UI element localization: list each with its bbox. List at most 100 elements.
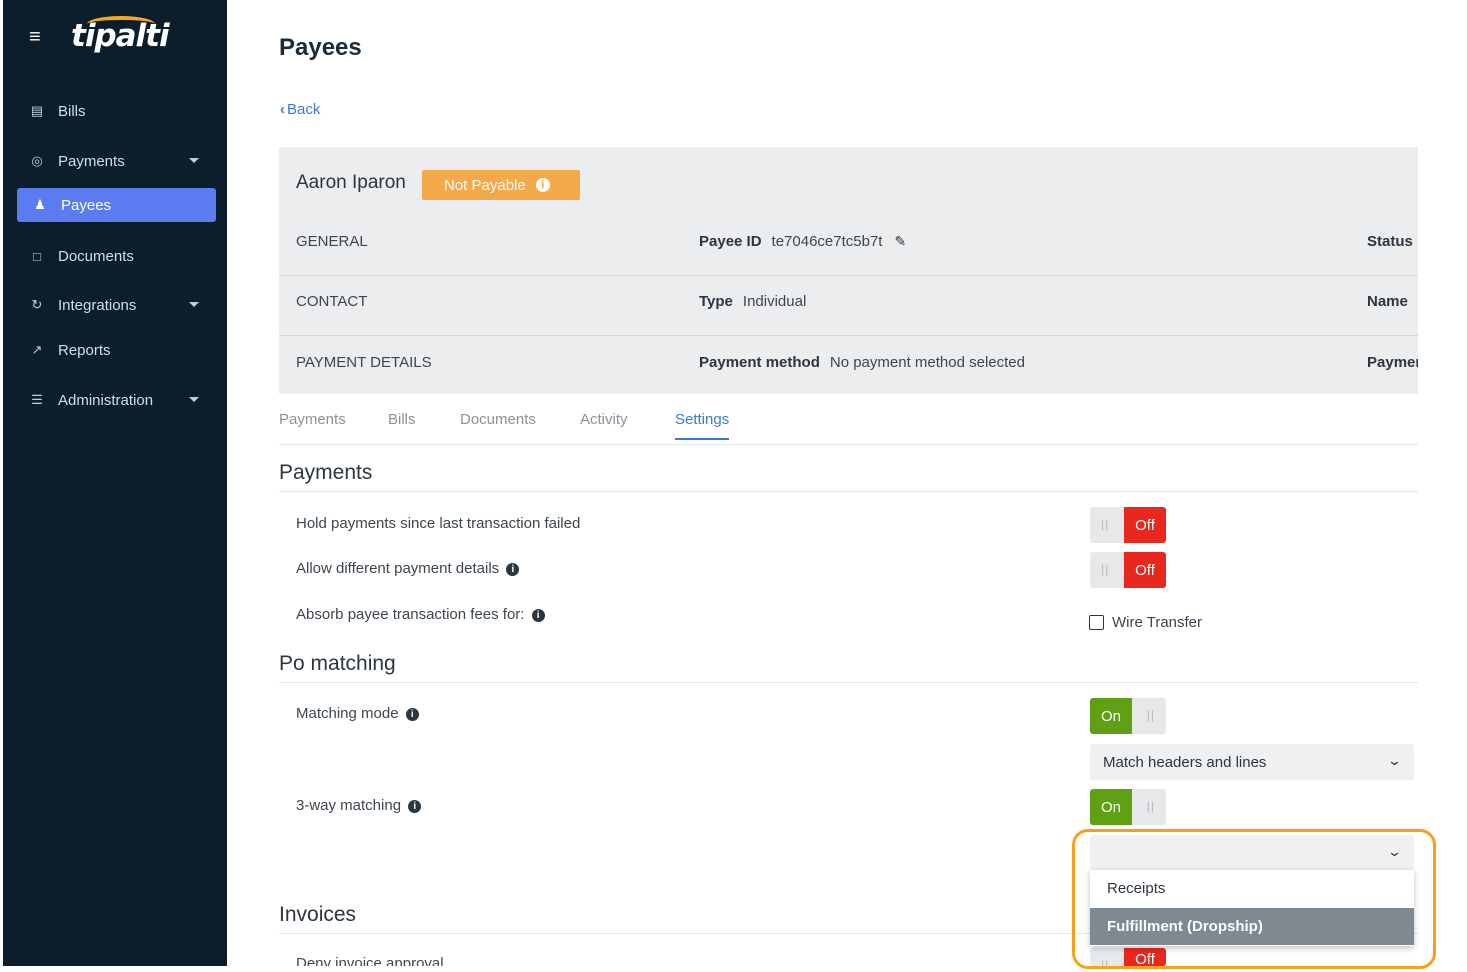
matching-mode-select-value: Match headers and lines — [1103, 753, 1267, 771]
section-payment-details: PAYMENT DETAILS — [296, 354, 432, 371]
documents-icon: □ — [33, 248, 41, 264]
allow-different-details-label: Allow different payment details i — [296, 560, 520, 577]
chevron-down-icon: ⌄ — [1386, 753, 1403, 768]
payee-id-label: Payee ID — [699, 233, 762, 250]
three-way-matching-toggle[interactable]: On || — [1090, 789, 1166, 825]
section-contact: CONTACT — [296, 293, 368, 310]
sidebar-item-label: Payees — [61, 196, 112, 214]
status-badge: Not Payable i — [422, 170, 580, 200]
tab-bills[interactable]: Bills — [388, 411, 416, 428]
matching-mode-text: Matching mode — [296, 705, 399, 722]
highlight-annotation — [1072, 829, 1436, 969]
pencil-icon[interactable]: ✎ — [894, 233, 906, 250]
status-badge-label: Not Payable — [444, 176, 526, 194]
sidebar-item-administration[interactable]: ☰ Administration — [14, 383, 213, 417]
page-title: Payees — [279, 34, 362, 61]
type-field: Type Individual — [699, 293, 806, 310]
allow-label-text: Allow different payment details — [296, 560, 500, 577]
wire-transfer-label: Wire Transfer — [1112, 614, 1203, 631]
sidebar-item-label: Integrations — [58, 296, 137, 314]
tipalti-logo[interactable]: tipalti — [71, 18, 170, 54]
sidebar-item-bills[interactable]: ▤ Bills — [14, 94, 213, 128]
payee-id-value: te7046ce7tc5b7t — [771, 233, 883, 250]
tab-settings[interactable]: Settings — [675, 411, 730, 440]
type-value: Individual — [742, 293, 807, 310]
absorb-fees-label: Absorb payee transaction fees for: i — [296, 606, 545, 623]
tab-activity[interactable]: Activity — [580, 411, 628, 428]
info-icon[interactable]: i — [506, 563, 520, 576]
tab-bar: Payments Bills Documents Activity Settin… — [279, 395, 1418, 445]
sidebar-item-payments[interactable]: ◎ Payments — [14, 144, 213, 178]
allow-different-details-toggle[interactable]: || Off — [1090, 552, 1166, 588]
toggle-state: Off — [1124, 507, 1166, 543]
sidebar-item-label: Payments — [58, 152, 125, 170]
section-general: GENERAL — [296, 233, 368, 250]
payment-method-value: No payment method selected — [829, 354, 1025, 371]
chevron-left-icon: ‹ — [280, 101, 285, 118]
integrations-icon: ↻ — [31, 297, 43, 312]
payee-name: Aaron Iparon — [296, 172, 406, 193]
divider — [279, 491, 1418, 492]
brand: ≡ tipalti — [29, 16, 170, 54]
status-label: Status — [1367, 233, 1413, 250]
chevron-down-icon — [189, 302, 199, 307]
card-row-payment-details: PAYMENT DETAILS Payment method No payment… — [279, 335, 1418, 395]
toggle-grip: || — [1101, 517, 1110, 531]
absorb-label-text: Absorb payee transaction fees for: — [296, 606, 525, 623]
three-way-matching-text: 3-way matching — [296, 797, 402, 814]
name-label: Name — [1367, 293, 1408, 310]
matching-mode-label: Matching mode i — [296, 705, 419, 722]
sidebar-item-integrations[interactable]: ↻ Integrations — [14, 288, 213, 322]
back-link[interactable]: ‹ Back — [280, 101, 320, 118]
toggle-state: On — [1090, 789, 1132, 825]
toggle-grip: || — [1101, 562, 1110, 576]
type-label: Type — [699, 293, 733, 310]
tab-documents[interactable]: Documents — [460, 411, 536, 428]
sidebar-item-payees[interactable]: ♟ Payees — [17, 188, 216, 222]
sidebar-item-reports[interactable]: ↗ Reports — [14, 333, 213, 367]
hold-payments-toggle[interactable]: || Off — [1090, 507, 1166, 543]
payment-method-label: Payment method — [699, 354, 820, 371]
payments-icon: ◎ — [31, 153, 43, 168]
payees-icon: ♟ — [34, 197, 46, 212]
reports-icon: ↗ — [31, 342, 43, 357]
wire-transfer-checkbox[interactable] — [1089, 615, 1104, 630]
toggle-grip: || — [1146, 799, 1155, 813]
matching-mode-toggle[interactable]: On || — [1090, 698, 1166, 734]
info-icon[interactable]: i — [535, 178, 550, 192]
sidebar-item-label: Administration — [58, 391, 154, 409]
card-row-general: GENERAL Payee ID te7046ce7tc5b7t ✎ Status — [279, 214, 1418, 274]
wire-transfer-option[interactable]: Wire Transfer — [1089, 614, 1202, 631]
po-matching-section-title: Po matching — [279, 652, 396, 675]
back-label: Back — [287, 101, 321, 118]
payee-summary-card: Aaron Iparon Not Payable i GENERAL Payee… — [279, 147, 1418, 394]
sidebar-item-label: Bills — [58, 102, 86, 120]
info-icon[interactable]: i — [531, 609, 545, 622]
payment-method-field: Payment method No payment method selected — [699, 354, 1025, 371]
chevron-down-icon — [189, 397, 199, 402]
payment-label: Payment — [1367, 354, 1418, 371]
info-icon[interactable]: i — [405, 708, 419, 721]
sidebar-item-label: Reports — [58, 341, 111, 359]
info-icon[interactable]: i — [408, 800, 422, 813]
chevron-down-icon — [189, 158, 199, 163]
matching-mode-select[interactable]: Match headers and lines ⌄ — [1090, 744, 1414, 780]
toggle-state: Off — [1124, 552, 1166, 588]
toggle-grip: || — [1146, 708, 1155, 722]
deny-invoice-label: Deny invoice approval — [296, 955, 444, 966]
sidebar-item-label: Documents — [58, 247, 134, 265]
payments-section-title: Payments — [279, 461, 373, 484]
card-row-contact: CONTACT Type Individual Name — [279, 275, 1418, 335]
bills-icon: ▤ — [30, 103, 44, 118]
payee-id-field: Payee ID te7046ce7tc5b7t ✎ — [699, 233, 906, 250]
divider — [279, 682, 1418, 683]
sidebar-item-documents[interactable]: □ Documents — [14, 239, 213, 273]
invoices-section-title: Invoices — [279, 903, 357, 926]
tab-payments[interactable]: Payments — [279, 411, 346, 428]
toggle-state: On — [1090, 698, 1132, 734]
hamburger-icon[interactable]: ≡ — [29, 26, 51, 49]
three-way-matching-label: 3-way matching i — [296, 797, 422, 814]
sidebar: ≡ tipalti ▤ Bills ◎ Payments ♟ Payees □ … — [3, 0, 227, 966]
administration-icon: ☰ — [31, 392, 43, 407]
hold-payments-label: Hold payments since last transaction fai… — [296, 515, 581, 532]
